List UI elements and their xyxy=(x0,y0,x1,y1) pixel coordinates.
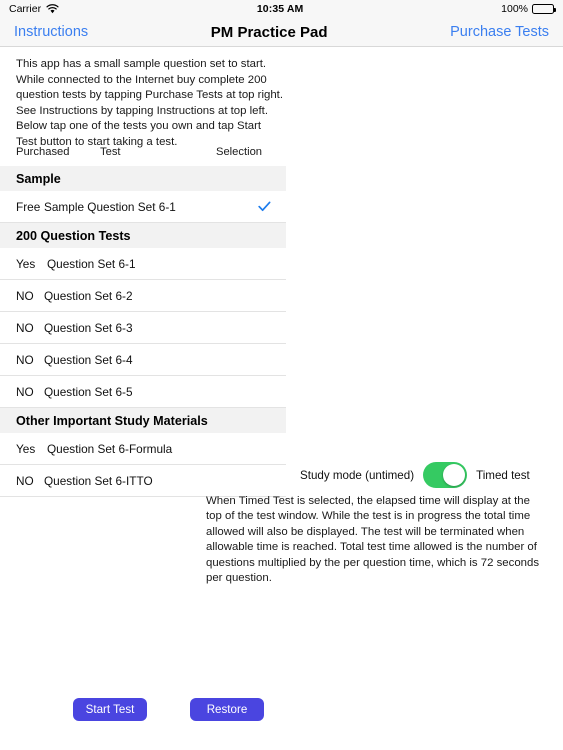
battery-full-icon xyxy=(532,4,556,14)
timed-test-label: Timed test xyxy=(476,468,530,482)
restore-button[interactable]: Restore xyxy=(190,698,264,721)
battery-percent-label: 100% xyxy=(501,3,528,15)
table-row[interactable]: NO Question Set 6-4 xyxy=(0,344,286,376)
status-bar-right: 100% xyxy=(501,3,556,15)
table-body: Sample Free Sample Question Set 6-1 200 Que… xyxy=(0,166,286,497)
wifi-icon xyxy=(46,4,59,14)
cell-test-name: Question Set 6-1 xyxy=(47,256,136,271)
table-section-header: Sample xyxy=(0,166,286,191)
navigation-bar: Instructions PM Practice Pad Purchase Te… xyxy=(0,18,563,47)
cell-selection[interactable] xyxy=(242,201,286,212)
purchase-tests-button[interactable]: Purchase Tests xyxy=(450,24,549,40)
table-row[interactable]: Free Sample Question Set 6-1 xyxy=(0,191,286,223)
cell-test-name: Question Set 6-2 xyxy=(44,288,133,303)
cell-purchased: NO xyxy=(16,473,34,488)
start-test-button[interactable]: Start Test xyxy=(73,698,147,721)
cell-test-name: Question Set 6-3 xyxy=(44,320,133,335)
cell-purchased: Yes xyxy=(16,441,36,456)
cell-test-name: Question Set 6-4 xyxy=(44,352,133,367)
study-mode-toggle-group: Study mode (untimed) Timed test xyxy=(300,462,530,488)
table-row[interactable]: NO Question Set 6-3 xyxy=(0,312,286,344)
table-column-headers: Purchased Test Selection xyxy=(0,146,286,166)
instructions-button[interactable]: Instructions xyxy=(14,24,88,40)
cell-purchased: NO xyxy=(16,384,34,399)
status-bar: Carrier 10:35 AM 100% xyxy=(0,0,563,18)
page-title: PM Practice Pad xyxy=(210,23,328,41)
cell-purchased: Free xyxy=(16,199,41,214)
timed-test-switch[interactable] xyxy=(423,462,468,488)
switch-knob xyxy=(443,464,466,486)
table-row[interactable]: NO Question Set 6-5 xyxy=(0,376,286,408)
cell-test-name: Question Set 6-Formula xyxy=(47,441,173,456)
cell-purchased: Yes xyxy=(16,256,36,271)
selected-check-icon xyxy=(242,201,286,212)
timed-test-description: When Timed Test is selected, the elapsed… xyxy=(206,495,540,585)
tests-table: Purchased Test Selection Sample Free Sampl… xyxy=(0,146,286,497)
column-header-purchased: Purchased xyxy=(16,146,70,158)
cell-test-name: Question Set 6-5 xyxy=(44,384,133,399)
carrier-label: Carrier xyxy=(9,3,42,15)
intro-description: This app has a small sample question set… xyxy=(16,58,283,148)
table-section-header: Other Important Study Materials xyxy=(0,408,286,433)
study-mode-label: Study mode (untimed) xyxy=(300,468,415,482)
table-row[interactable]: NO Question Set 6-ITTO xyxy=(0,465,286,497)
cell-test-name: Sample Question Set 6-1 xyxy=(44,199,176,214)
cell-purchased: NO xyxy=(16,320,34,335)
cell-purchased: NO xyxy=(16,288,34,303)
column-header-test: Test xyxy=(100,146,121,158)
table-row[interactable]: Yes Question Set 6-1 xyxy=(0,248,286,280)
column-header-selection: Selection xyxy=(216,146,263,158)
table-row[interactable]: Yes Question Set 6-Formula xyxy=(0,433,286,465)
table-row[interactable]: NO Question Set 6-2 xyxy=(0,280,286,312)
status-bar-left: Carrier xyxy=(9,3,59,15)
cell-purchased: NO xyxy=(16,352,34,367)
table-section-header: 200 Question Tests xyxy=(0,223,286,248)
cell-test-name: Question Set 6-ITTO xyxy=(44,473,153,488)
status-bar-clock: 10:35 AM xyxy=(256,3,304,15)
